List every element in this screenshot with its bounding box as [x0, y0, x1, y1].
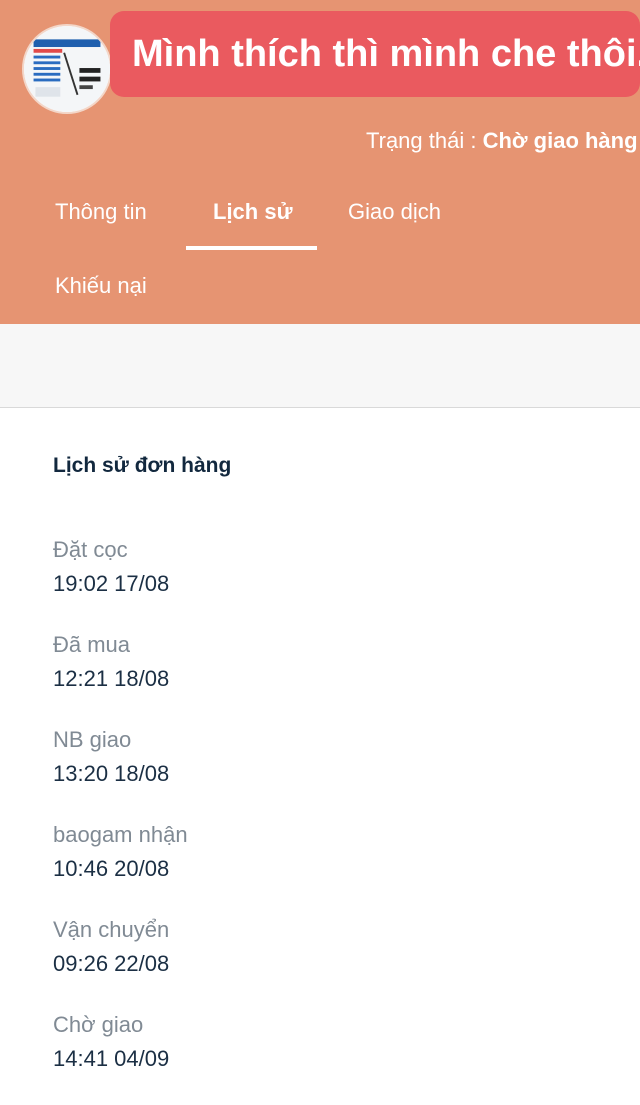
- status-value: Chờ giao hàng: [482, 128, 638, 153]
- event-time: 13:20 18/08: [53, 761, 170, 786]
- history-event: Chờ giao 14:41 04/09: [53, 1010, 613, 1105]
- event-time: 19:02 17/08: [53, 571, 170, 596]
- order-history-section: Lịch sử đơn hàng Đặt cọc 19:02 17/08 Đã …: [53, 452, 613, 1105]
- event-label: Đặt cọc: [53, 537, 128, 562]
- event-label: Đã mua: [53, 632, 131, 657]
- event-label: Chờ giao: [53, 1012, 144, 1037]
- history-event: Vận chuyển 09:26 22/08: [53, 915, 613, 1010]
- product-thumbnail[interactable]: [22, 24, 112, 114]
- event-label: baogam nhận: [53, 822, 188, 847]
- active-tab-indicator: [186, 246, 317, 250]
- section-title: Lịch sử đơn hàng: [53, 454, 232, 477]
- event-time: 12:21 18/08: [53, 666, 170, 691]
- order-header: Mình thích thì mình che thôi. Trạng thái…: [0, 0, 640, 324]
- event-label: Vận chuyển: [53, 917, 170, 942]
- caption-banner: Mình thích thì mình che thôi.: [110, 11, 640, 97]
- tab-complaints[interactable]: Khiếu nại: [55, 273, 147, 299]
- event-label: NB giao: [53, 727, 132, 752]
- event-time: 09:26 22/08: [53, 951, 170, 976]
- order-status: Trạng thái : Chờ giao hàng: [366, 128, 638, 154]
- history-event: NB giao 13:20 18/08: [53, 725, 613, 820]
- tab-info[interactable]: Thông tin: [55, 199, 147, 225]
- history-event: baogam nhận 10:46 20/08: [53, 820, 613, 915]
- tab-history[interactable]: Lịch sử: [213, 199, 293, 225]
- history-event: Đặt cọc 19:02 17/08: [53, 535, 613, 630]
- history-event: Đã mua 12:21 18/08: [53, 630, 613, 725]
- event-time: 14:41 04/09: [53, 1046, 170, 1071]
- tab-transactions[interactable]: Giao dịch: [348, 199, 441, 225]
- status-label: Trạng thái :: [366, 128, 483, 153]
- product-image-icon: [24, 26, 110, 112]
- spacer-band: [0, 324, 640, 408]
- event-time: 10:46 20/08: [53, 856, 170, 881]
